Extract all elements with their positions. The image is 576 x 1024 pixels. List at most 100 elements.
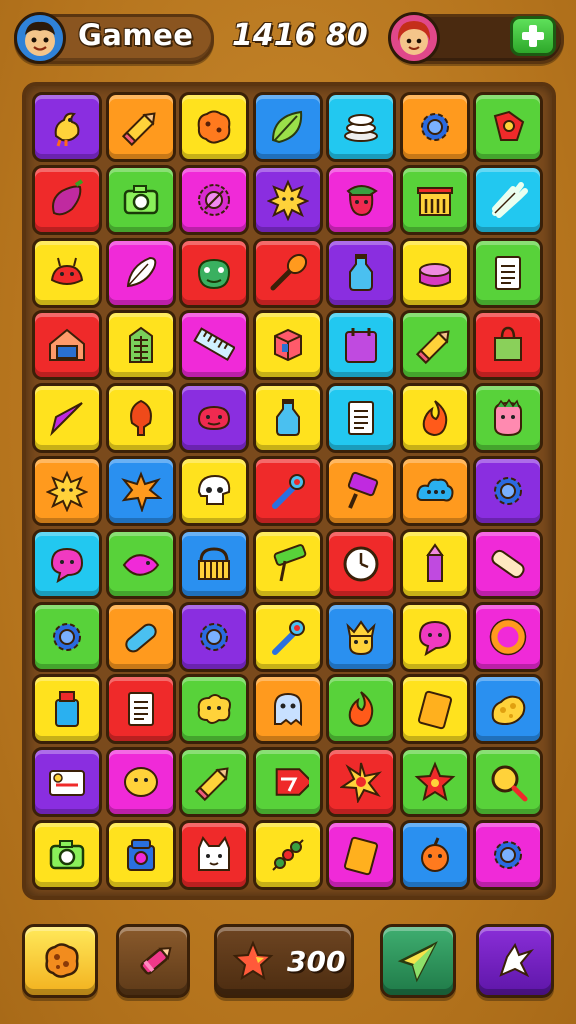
board-tile[interactable] [32, 820, 102, 890]
board-tile[interactable] [105, 747, 176, 818]
board-tile[interactable] [32, 310, 102, 381]
gear-icon [53, 622, 81, 651]
board-tile[interactable] [326, 310, 396, 381]
board-tile[interactable] [326, 164, 396, 235]
notepad-icon [127, 692, 154, 727]
board-tile[interactable] [252, 237, 323, 308]
board-tile[interactable] [179, 528, 249, 599]
board-tile[interactable] [399, 383, 470, 454]
board-tile[interactable] [32, 747, 102, 818]
star-counter-button[interactable]: 300 [214, 924, 354, 998]
board-tile[interactable] [179, 674, 249, 745]
score-display: 1416 80 [232, 18, 368, 53]
board-tile[interactable] [179, 456, 249, 526]
board-tile[interactable] [473, 674, 543, 745]
board-tile[interactable] [399, 601, 470, 672]
board-tile[interactable] [179, 747, 249, 818]
id-card-icon [49, 770, 85, 797]
board-tile[interactable] [326, 383, 396, 454]
kite-powerup-button[interactable] [380, 924, 456, 998]
board-tile[interactable] [105, 237, 176, 308]
board-tile[interactable] [473, 456, 543, 526]
flame-icon [422, 400, 447, 437]
board-tile[interactable] [179, 601, 249, 672]
board-tile[interactable] [399, 310, 470, 381]
boy-face-icon[interactable] [14, 12, 66, 64]
board-tile[interactable] [105, 92, 176, 162]
board-tile[interactable] [179, 820, 249, 890]
board-tile[interactable] [32, 674, 102, 745]
game-board [22, 82, 556, 900]
girl-face-icon[interactable] [388, 12, 440, 64]
board-tile[interactable] [252, 601, 323, 672]
add-button[interactable] [510, 16, 556, 56]
speech-bubble-icon [50, 547, 84, 583]
wrench-icon [271, 474, 305, 509]
board-tile[interactable] [399, 747, 470, 818]
board-tile[interactable] [399, 237, 470, 308]
board-tile[interactable] [399, 92, 470, 162]
board-tile[interactable] [326, 528, 396, 599]
crayon-powerup-button[interactable] [116, 924, 190, 998]
board-tile[interactable] [326, 456, 396, 526]
clock-icon [343, 546, 379, 582]
board-tile[interactable] [105, 528, 176, 599]
board-tile[interactable] [399, 528, 470, 599]
board-tile[interactable] [473, 310, 543, 381]
board-tile[interactable] [473, 92, 543, 162]
board-tile[interactable] [105, 456, 176, 526]
board-tile[interactable] [252, 528, 323, 599]
board-tile[interactable] [32, 164, 102, 235]
board-tile[interactable] [105, 383, 176, 454]
office-building-icon [128, 327, 153, 364]
cheese-icon [491, 696, 526, 726]
board-tile[interactable] [32, 237, 102, 308]
board-tile[interactable] [326, 820, 396, 890]
board-tile[interactable] [326, 674, 396, 745]
board-tile[interactable] [105, 820, 176, 890]
board-tile[interactable] [105, 601, 176, 672]
board-tile[interactable] [473, 164, 543, 235]
board-tile[interactable] [32, 456, 102, 526]
board-tile[interactable] [473, 383, 543, 454]
board-tile[interactable] [399, 164, 470, 235]
board-tile[interactable] [252, 820, 323, 890]
board-tile[interactable] [179, 237, 249, 308]
board-tile[interactable] [252, 674, 323, 745]
board-tile[interactable] [32, 601, 102, 672]
board-tile[interactable] [399, 820, 470, 890]
board-tile[interactable] [252, 164, 323, 235]
bomb-face-icon [420, 837, 449, 872]
board-tile[interactable] [32, 383, 102, 454]
board-tile[interactable] [179, 92, 249, 162]
board-tile[interactable] [252, 747, 323, 818]
board-tile[interactable] [399, 456, 470, 526]
board-tile[interactable] [326, 237, 396, 308]
board-tile[interactable] [473, 528, 543, 599]
board-tile[interactable] [326, 601, 396, 672]
board-tile[interactable] [252, 310, 323, 381]
board-tile[interactable] [252, 383, 323, 454]
board-tile[interactable] [105, 674, 176, 745]
board-tile[interactable] [105, 164, 176, 235]
board-tile[interactable] [473, 747, 543, 818]
star-icon [414, 761, 455, 802]
pencil-icon [194, 767, 229, 802]
star-icon [232, 940, 274, 981]
board-tile[interactable] [32, 92, 102, 162]
board-tile[interactable] [179, 164, 249, 235]
board-tile[interactable] [252, 92, 323, 162]
board-tile[interactable] [473, 601, 543, 672]
board-tile[interactable] [473, 820, 543, 890]
board-tile[interactable] [252, 456, 323, 526]
board-tile[interactable] [105, 310, 176, 381]
board-tile[interactable] [326, 747, 396, 818]
bird-powerup-button[interactable] [476, 924, 554, 998]
board-tile[interactable] [179, 310, 249, 381]
board-tile[interactable] [473, 237, 543, 308]
board-tile[interactable] [32, 528, 102, 599]
board-tile[interactable] [326, 92, 396, 162]
board-tile[interactable] [179, 383, 249, 454]
board-tile[interactable] [399, 674, 470, 745]
cookie-powerup-button[interactable] [22, 924, 98, 998]
